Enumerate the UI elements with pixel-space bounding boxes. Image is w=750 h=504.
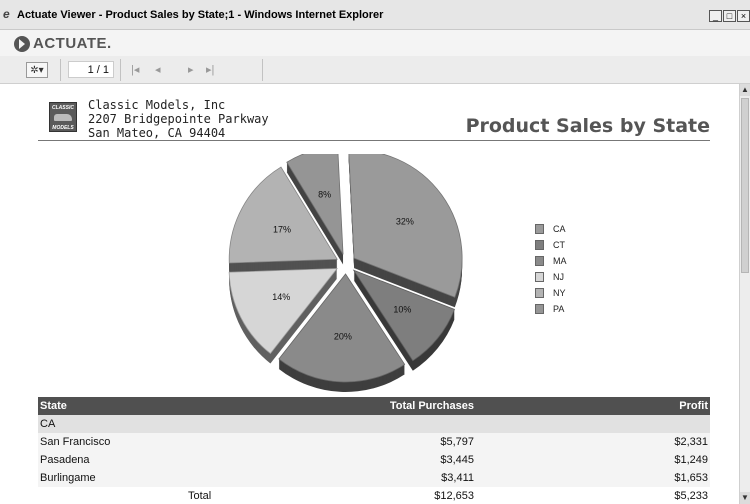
table-header-row: State Total Purchases Profit <box>38 397 710 415</box>
legend-item: CA <box>535 221 567 237</box>
company-address-line2: San Mateo, CA 94404 <box>88 126 226 140</box>
report-title: Product Sales by State <box>465 115 710 137</box>
legend-label: CT <box>553 240 565 250</box>
pie-data-label: 17% <box>273 225 291 235</box>
scroll-down-arrow-icon[interactable]: ▼ <box>740 492 750 504</box>
group-state: CA <box>40 418 56 430</box>
last-page-icon[interactable]: ▸| <box>206 63 214 76</box>
header-divider <box>38 140 710 141</box>
cell-city: Burlingame <box>40 472 96 484</box>
header-profit: Profit <box>679 400 708 412</box>
legend-label: NJ <box>553 272 564 282</box>
header-state: State <box>40 400 67 412</box>
close-button[interactable]: × <box>737 10 750 22</box>
legend-swatch <box>535 256 544 266</box>
table-row: Pasadena $3,445 $1,249 <box>38 451 710 469</box>
legend-label: CA <box>553 224 566 234</box>
gear-menu-button[interactable]: ✲▾ <box>26 62 48 78</box>
total-row: Total $12,653 $5,233 <box>38 487 710 504</box>
legend-swatch <box>535 240 544 250</box>
viewer-toolbar: ✲▾ 1 / 1 |◂ ◂ ▸ ▸| <box>0 56 750 84</box>
toolbar-separator <box>60 59 61 81</box>
legend-label: PA <box>553 304 565 314</box>
vertical-scrollbar[interactable]: ▲ ▼ <box>739 84 750 504</box>
cell-profit: $1,653 <box>674 472 708 484</box>
page-number-input[interactable]: 1 / 1 <box>68 61 114 78</box>
first-page-icon[interactable]: |◂ <box>131 63 139 76</box>
pie-data-label: 8% <box>318 190 331 200</box>
cell-profit: $1,249 <box>674 454 708 466</box>
legend-label: MA <box>553 256 567 266</box>
actuate-logo-text: ACTUATE. <box>33 35 112 52</box>
pie-data-label: 32% <box>396 216 414 226</box>
legend-swatch <box>535 288 544 298</box>
legend-swatch <box>535 272 544 282</box>
window-controls: _ □ × <box>708 10 750 22</box>
legend-item: NJ <box>535 269 567 285</box>
table-row: San Francisco $5,797 $2,331 <box>38 433 710 451</box>
company-name: Classic Models, Inc <box>88 98 226 112</box>
previous-page-icon[interactable]: ◂ <box>155 63 161 76</box>
legend-item: CT <box>535 237 567 253</box>
total-label: Total <box>188 490 212 502</box>
maximize-button[interactable]: □ <box>723 10 736 22</box>
browser-window: e Actuate Viewer - Product Sales by Stat… <box>0 0 750 504</box>
actuate-logo: ACTUATE. <box>14 35 112 52</box>
next-page-icon[interactable]: ▸ <box>188 63 194 76</box>
cell-total-purchases: $3,411 <box>441 472 474 484</box>
pie-data-label: 10% <box>393 305 411 315</box>
cell-total-purchases: $5,797 <box>440 436 474 448</box>
company-address-line1: 2207 Bridgepointe Parkway <box>88 112 269 126</box>
legend-item: MA <box>535 253 567 269</box>
window-title: Actuate Viewer - Product Sales by State;… <box>17 9 384 21</box>
minimize-button[interactable]: _ <box>709 10 722 22</box>
toolbar-separator <box>120 59 121 81</box>
table-row: Burlingame $3,411 $1,653 <box>38 469 710 487</box>
legend-item: NY <box>535 285 567 301</box>
brand-bar: ACTUATE. <box>0 30 750 56</box>
cell-total-purchases: $3,445 <box>440 454 474 466</box>
car-icon <box>54 114 72 121</box>
pie-chart: 32% 10% 20% 14% 17% 8% <box>228 154 463 392</box>
cell-city: San Francisco <box>40 436 111 448</box>
legend-item: PA <box>535 301 567 317</box>
pie-data-label: 14% <box>272 292 290 302</box>
ie-icon: e <box>3 7 10 21</box>
cell-city: Pasadena <box>40 454 90 466</box>
total-profit: $5,233 <box>674 490 708 502</box>
company-info: Classic Models, Inc 2207 Bridgepointe Pa… <box>88 98 269 140</box>
chart-legend: CA CT MA NJ NY PA <box>535 221 567 317</box>
legend-swatch <box>535 224 544 234</box>
header-total-purchases: Total Purchases <box>389 400 474 412</box>
legend-label: NY <box>553 288 566 298</box>
pie-data-label: 20% <box>334 332 352 342</box>
group-row: CA <box>38 415 710 433</box>
cell-profit: $2,331 <box>674 436 708 448</box>
title-bar: e Actuate Viewer - Product Sales by Stat… <box>0 0 750 30</box>
total-purchases: $12,653 <box>434 490 474 502</box>
legend-swatch <box>535 304 544 314</box>
classic-models-logo: CLASSIC MODELS <box>49 102 77 132</box>
toolbar-separator <box>262 59 263 81</box>
report-page: CLASSIC MODELS Classic Models, Inc 2207 … <box>0 84 739 504</box>
sales-table: State Total Purchases Profit CA San Fran… <box>38 397 710 504</box>
actuate-logo-icon <box>14 35 30 52</box>
scroll-up-arrow-icon[interactable]: ▲ <box>740 84 750 96</box>
scroll-thumb[interactable] <box>741 98 749 273</box>
logo-text-bottom: MODELS <box>52 125 74 131</box>
logo-text-top: CLASSIC <box>52 105 74 111</box>
